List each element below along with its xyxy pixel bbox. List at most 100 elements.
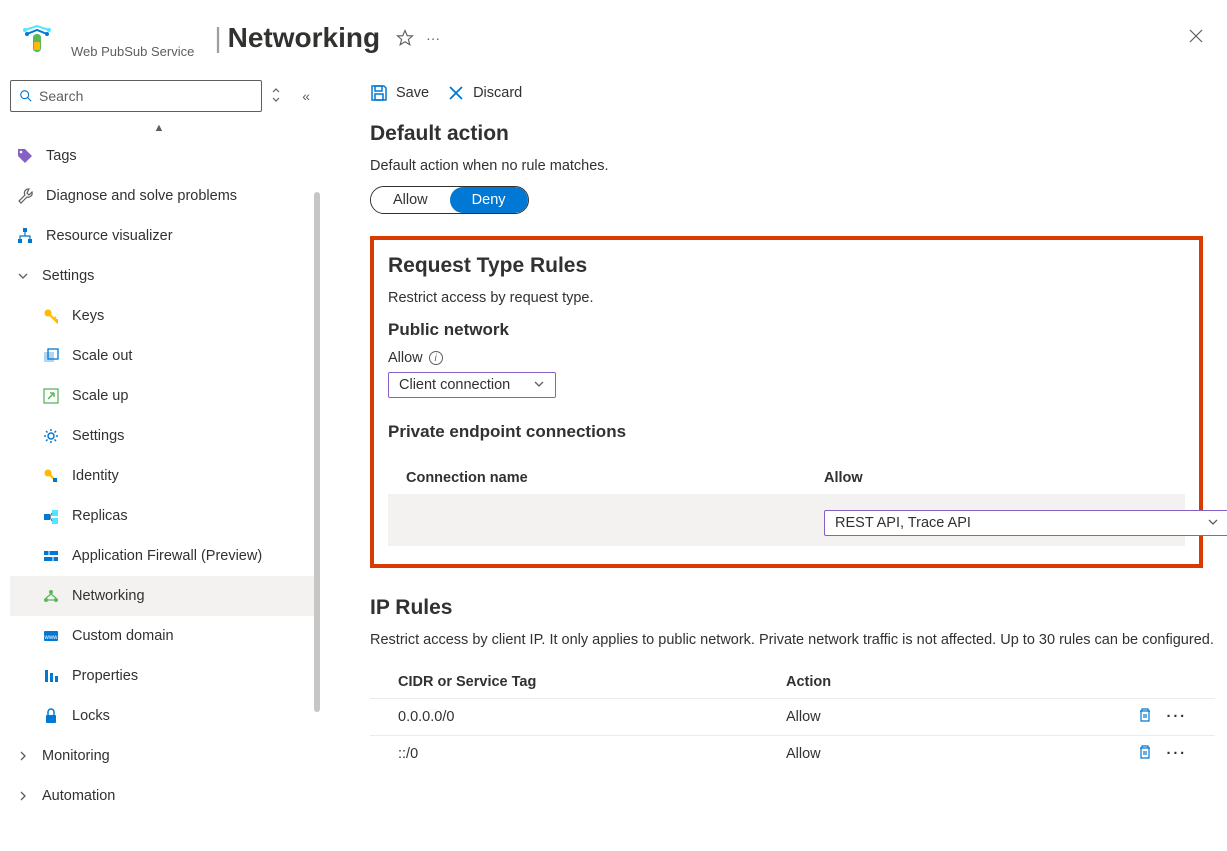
private-endpoint-row: REST API, Trace API [388, 494, 1185, 546]
service-icon [19, 20, 55, 56]
action-cell: Allow [786, 746, 1137, 762]
default-action-desc: Default action when no rule matches. [370, 158, 1215, 174]
sidebar-item-resource-visualizer[interactable]: Resource visualizer [10, 216, 314, 256]
request-type-rules-desc: Restrict access by request type. [388, 290, 1185, 306]
sidebar-item-label: Locks [72, 708, 110, 724]
col-action: Action [786, 674, 1187, 690]
chevron-down-icon [1207, 516, 1219, 531]
sidebar-item-identity[interactable]: Identity [10, 456, 314, 496]
ip-rule-row: ::/0 Allow ··· [370, 735, 1215, 772]
sidebar-item-label: Resource visualizer [46, 228, 173, 244]
request-type-rules-heading: Request Type Rules [388, 254, 1185, 278]
sidebar-item-label: Replicas [72, 508, 128, 524]
page-header: Web PubSub Service | Networking ··· [0, 0, 1227, 72]
cidr-cell: ::/0 [398, 746, 786, 762]
sidebar-item-properties[interactable]: Properties [10, 656, 314, 696]
sidebar: « ▲ Tags Diagnose and solve problems Res… [0, 72, 320, 851]
sidebar-item-label: Tags [46, 148, 77, 164]
discard-icon [447, 84, 465, 102]
ip-rule-row: 0.0.0.0/0 Allow ··· [370, 698, 1215, 735]
sidebar-group-automation[interactable]: Automation [10, 776, 314, 816]
sidebar-item-custom-domain[interactable]: www Custom domain [10, 616, 314, 656]
trash-icon [1137, 707, 1153, 723]
sidebar-group-label: Monitoring [42, 748, 110, 764]
wrench-icon [16, 187, 34, 205]
action-cell: Allow [786, 709, 1137, 725]
scale-out-icon [42, 347, 60, 365]
scroll-up-indicator[interactable]: ▲ [10, 120, 308, 136]
toggle-allow[interactable]: Allow [371, 187, 450, 213]
chevron-right-icon [16, 790, 30, 802]
collapse-sidebar-icon[interactable]: « [302, 88, 310, 104]
private-endpoint-table: Connection name Allow REST API, Trace AP… [388, 462, 1185, 546]
page-title: Networking [228, 22, 380, 54]
row-more-icon[interactable]: ··· [1167, 746, 1188, 762]
sidebar-item-label: Application Firewall (Preview) [72, 548, 262, 564]
lock-icon [42, 707, 60, 725]
discard-button[interactable]: Discard [447, 84, 522, 102]
sidebar-scrollbar[interactable] [314, 192, 320, 712]
public-network-heading: Public network [388, 320, 1185, 340]
sidebar-item-diagnose[interactable]: Diagnose and solve problems [10, 176, 314, 216]
default-action-heading: Default action [370, 122, 1215, 146]
sidebar-item-networking[interactable]: Networking [10, 576, 314, 616]
more-actions-icon[interactable]: ··· [426, 30, 440, 46]
sidebar-item-replicas[interactable]: Replicas [10, 496, 314, 536]
domain-icon: www [42, 627, 60, 645]
save-icon [370, 84, 388, 102]
sidebar-item-locks[interactable]: Locks [10, 696, 314, 736]
search-box[interactable] [10, 80, 262, 112]
sidebar-item-label: Custom domain [72, 628, 174, 644]
delete-rule-button[interactable] [1137, 707, 1153, 727]
sidebar-group-label: Settings [42, 268, 94, 284]
firewall-icon [42, 547, 60, 565]
sidebar-item-label: Networking [72, 588, 145, 604]
header-divider: | [214, 22, 221, 54]
favorite-star-icon[interactable] [396, 29, 414, 47]
key-icon [42, 307, 60, 325]
sidebar-item-scale-up[interactable]: Scale up [10, 376, 314, 416]
chevron-right-icon [16, 750, 30, 762]
svg-text:www: www [44, 635, 59, 641]
ip-rules-desc: Restrict access by client IP. It only ap… [370, 632, 1215, 648]
dropdown-value: Client connection [399, 377, 510, 393]
dropdown-value: REST API, Trace API [835, 515, 971, 531]
sidebar-item-app-firewall[interactable]: Application Firewall (Preview) [10, 536, 314, 576]
cidr-cell: 0.0.0.0/0 [398, 709, 786, 725]
content-pane: Save Discard Default action Default acti… [320, 72, 1227, 851]
col-cidr: CIDR or Service Tag [398, 674, 786, 690]
sidebar-item-label: Settings [72, 428, 124, 444]
col-connection-name: Connection name [406, 470, 824, 486]
sidebar-item-keys[interactable]: Keys [10, 296, 314, 336]
trash-icon [1137, 744, 1153, 760]
sidebar-group-monitoring[interactable]: Monitoring [10, 736, 314, 776]
private-endpoint-heading: Private endpoint connections [388, 422, 1185, 442]
scale-up-icon [42, 387, 60, 405]
properties-icon [42, 667, 60, 685]
sidebar-item-settings-child[interactable]: Settings [10, 416, 314, 456]
chevron-down-icon [16, 270, 30, 282]
expand-updown-icon[interactable] [270, 87, 282, 106]
private-endpoint-allow-dropdown[interactable]: REST API, Trace API [824, 510, 1227, 536]
discard-label: Discard [473, 85, 522, 101]
row-more-icon[interactable]: ··· [1167, 709, 1188, 725]
toggle-deny[interactable]: Deny [450, 187, 528, 213]
delete-rule-button[interactable] [1137, 744, 1153, 764]
public-network-allow-dropdown[interactable]: Client connection [388, 372, 556, 398]
sidebar-item-tags[interactable]: Tags [10, 136, 314, 176]
info-icon[interactable]: i [429, 351, 443, 365]
identity-key-icon [42, 467, 60, 485]
tag-icon [16, 147, 34, 165]
sidebar-item-label: Diagnose and solve problems [46, 188, 237, 204]
networking-icon [42, 587, 60, 605]
gear-icon [42, 427, 60, 445]
command-bar: Save Discard [334, 72, 1227, 116]
service-type-label: Web PubSub Service [71, 44, 194, 59]
sidebar-group-settings[interactable]: Settings [10, 256, 314, 296]
close-button[interactable] [1180, 20, 1212, 57]
sidebar-item-scale-out[interactable]: Scale out [10, 336, 314, 376]
col-allow: Allow [824, 470, 1167, 486]
search-input[interactable] [39, 88, 253, 104]
save-button[interactable]: Save [370, 84, 429, 102]
replicas-icon [42, 507, 60, 525]
